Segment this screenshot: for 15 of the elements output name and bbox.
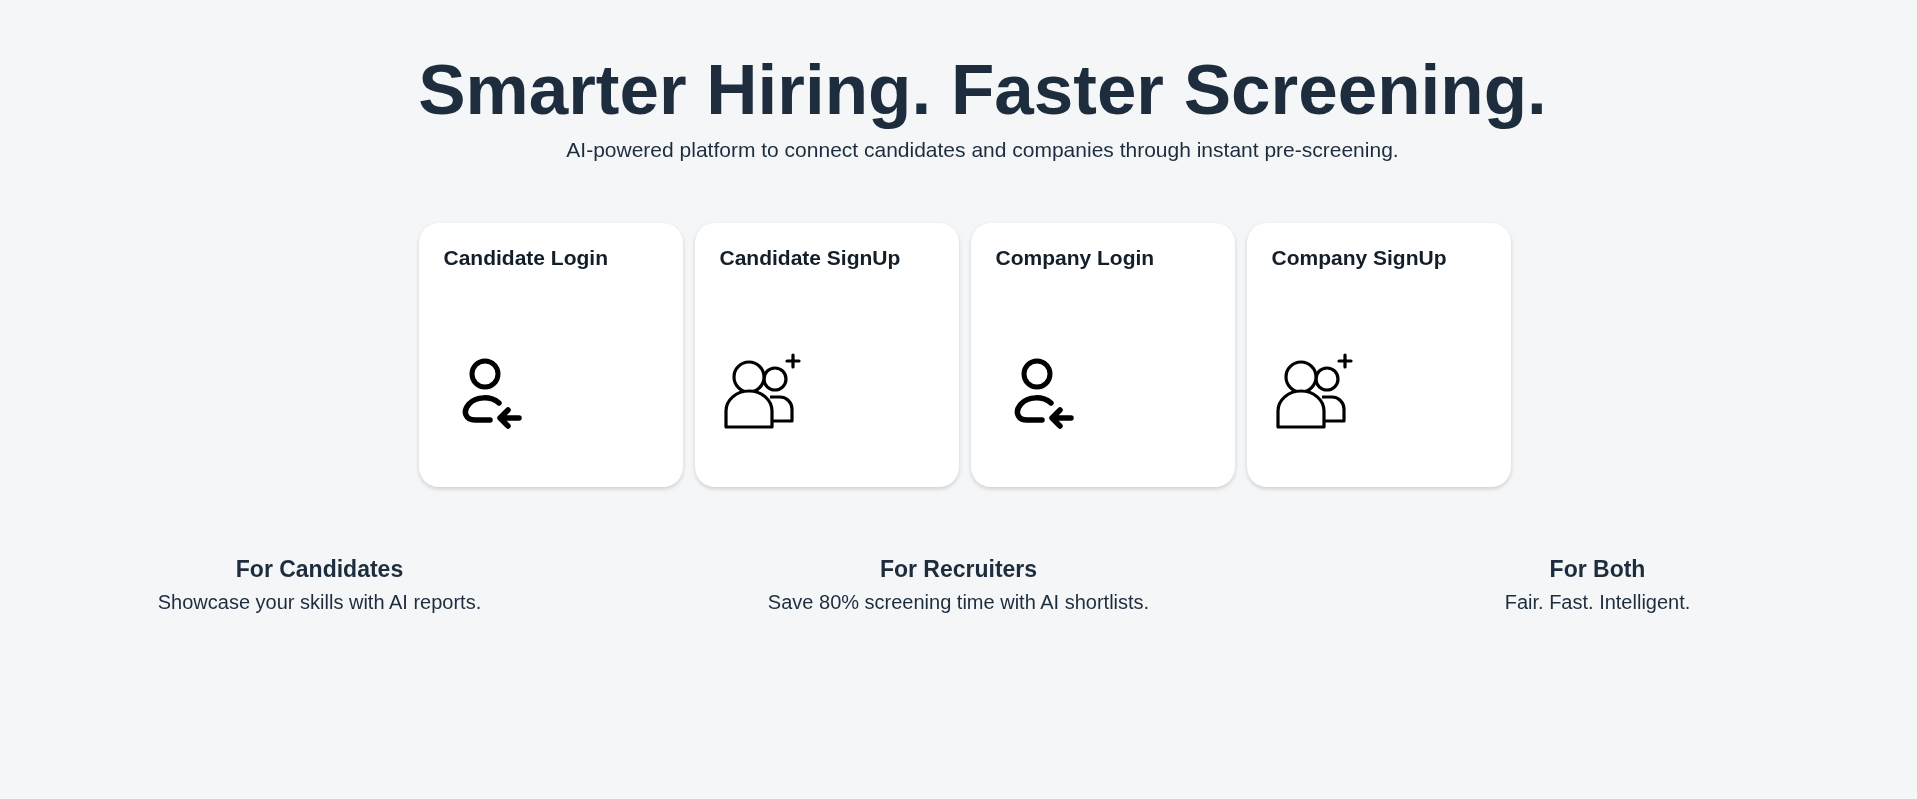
feature-description: Fair. Fast. Intelligent. [1504,590,1691,615]
hero-subtitle: AI-powered platform to connect candidates and companies through instant pre-screening. [566,137,1399,163]
user-arrow-icon [1012,357,1075,429]
add-users-icon [1275,353,1354,429]
feature-description: Save 80% screening time with AI shortlists. [767,590,1150,615]
user-arrow-icon [460,357,523,429]
feature-title: For Recruiters [879,555,1038,583]
signup-card[interactable]: Company SignUp [1246,223,1511,487]
signup-card[interactable]: Candidate SignUp [694,223,959,487]
feature-description: Showcase your skills with AI reports. [157,590,482,615]
login-card[interactable]: Company Login [970,223,1235,487]
feature-title: For Both [1549,555,1646,583]
login-card[interactable]: Candidate Login [418,223,683,487]
feature-title: For Candidates [235,555,404,583]
add-users-icon [723,353,802,429]
